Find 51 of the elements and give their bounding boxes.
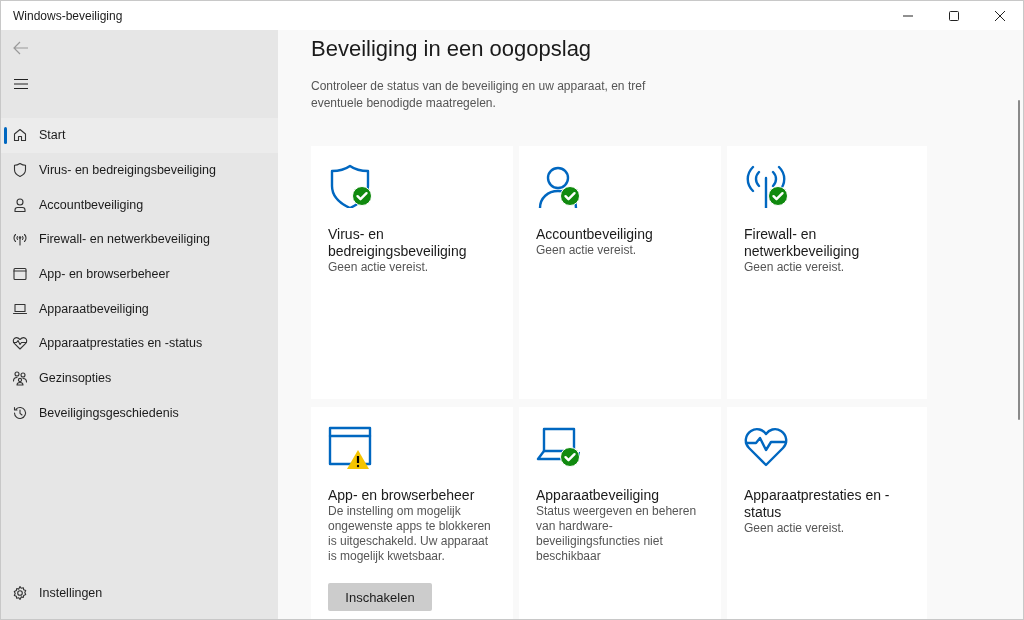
page-description: Controleer de status van de beveiliging en uw apparaat, en tref eventuele benodigde maatregelen.: [311, 78, 647, 112]
settings-item[interactable]: Instellingen: [1, 575, 278, 610]
card-status-text: Status weergeven en beheren van hardware-beveiligingsfuncties niet beschikbaar: [536, 504, 698, 564]
status-card[interactable]: Firewall- en netwerkbeveiliging Geen actie vereist.: [727, 146, 927, 399]
selection-indicator: [4, 127, 7, 144]
menu-icon: [13, 76, 29, 92]
sidebar-item[interactable]: Virus- en bedreigingsbeveiliging: [1, 152, 278, 188]
sidebar-item[interactable]: Beveiligingsgeschiedenis: [1, 395, 278, 431]
card-status-text: Geen actie vereist.: [328, 260, 430, 275]
status-card[interactable]: App- en browserbeheer De instelling om mogelijk ongewenste apps te blokkeren is uitgeschakeld. Uw apparaat is mogelijk kwetsbaar. Inschakelen: [311, 407, 513, 619]
shield-icon: [328, 164, 372, 208]
card-title[interactable]: Virus- en bedreigingsbeveiliging: [328, 226, 496, 260]
card-title[interactable]: Apparaatbeveiliging: [536, 487, 704, 504]
sidebar-item[interactable]: Accountbeveiliging: [1, 187, 278, 223]
antenna-icon: [744, 164, 788, 208]
maximize-icon: [949, 10, 959, 21]
home-icon: [12, 127, 28, 144]
person-icon: [12, 196, 28, 213]
antenna-icon: [12, 231, 28, 248]
settings-icon: [12, 584, 28, 601]
back-arrow-icon: [13, 40, 29, 56]
shield-icon: [12, 162, 28, 179]
window-title: Windows-beveiliging: [12, 8, 124, 23]
status-card[interactable]: Accountbeveiliging Geen actie vereist.: [519, 146, 721, 399]
sidebar-item[interactable]: Apparaatbeveiliging: [1, 291, 278, 327]
sidebar-item[interactable]: App- en browserbeheer: [1, 256, 278, 292]
card-title[interactable]: Firewall- en netwerkbeveiliging: [744, 226, 910, 260]
card-status-text: Geen actie vereist.: [744, 521, 846, 536]
card-status-text: Geen actie vereist.: [744, 260, 846, 275]
page-heading: Beveiliging in een oogopslag: [311, 36, 593, 62]
status-card[interactable]: Virus- en bedreigingsbeveiliging Geen actie vereist.: [311, 146, 513, 399]
sidebar-item[interactable]: Firewall- en netwerkbeveiliging: [1, 222, 278, 257]
window-icon: [12, 266, 28, 283]
enable-button[interactable]: Inschakelen: [328, 583, 432, 611]
card-title[interactable]: Accountbeveiliging: [536, 226, 704, 243]
status-card[interactable]: Apparaatbeveiliging Status weergeven en beheren van hardware-beveiligingsfuncties niet beschikbaar: [519, 407, 721, 619]
status-card[interactable]: Apparaatprestaties en -status Geen actie vereist.: [727, 407, 927, 619]
sidebar-item[interactable]: Gezinsopties: [1, 360, 278, 396]
card-title[interactable]: App- en browserbeheer: [328, 487, 496, 504]
sidebar-item[interactable]: Start: [1, 118, 278, 153]
card-status-text: Geen actie vereist.: [536, 243, 638, 258]
card-status-text: De instelling om mogelijk ongewenste apps te blokkeren is uitgeschakeld. Uw apparaat is mogelijk kwetsbaar.: [328, 504, 492, 564]
card-title[interactable]: Apparaatprestaties en -status: [744, 487, 910, 521]
person-icon: [536, 164, 580, 208]
heartbeat-icon: [12, 335, 28, 352]
scrollbar[interactable]: [1018, 100, 1020, 420]
family-icon: [12, 370, 28, 387]
sidebar-item[interactable]: Apparaatprestaties en -status: [1, 326, 278, 361]
close-icon: [995, 10, 1005, 21]
history-icon: [12, 404, 28, 421]
heartbeat-icon: [744, 425, 788, 469]
